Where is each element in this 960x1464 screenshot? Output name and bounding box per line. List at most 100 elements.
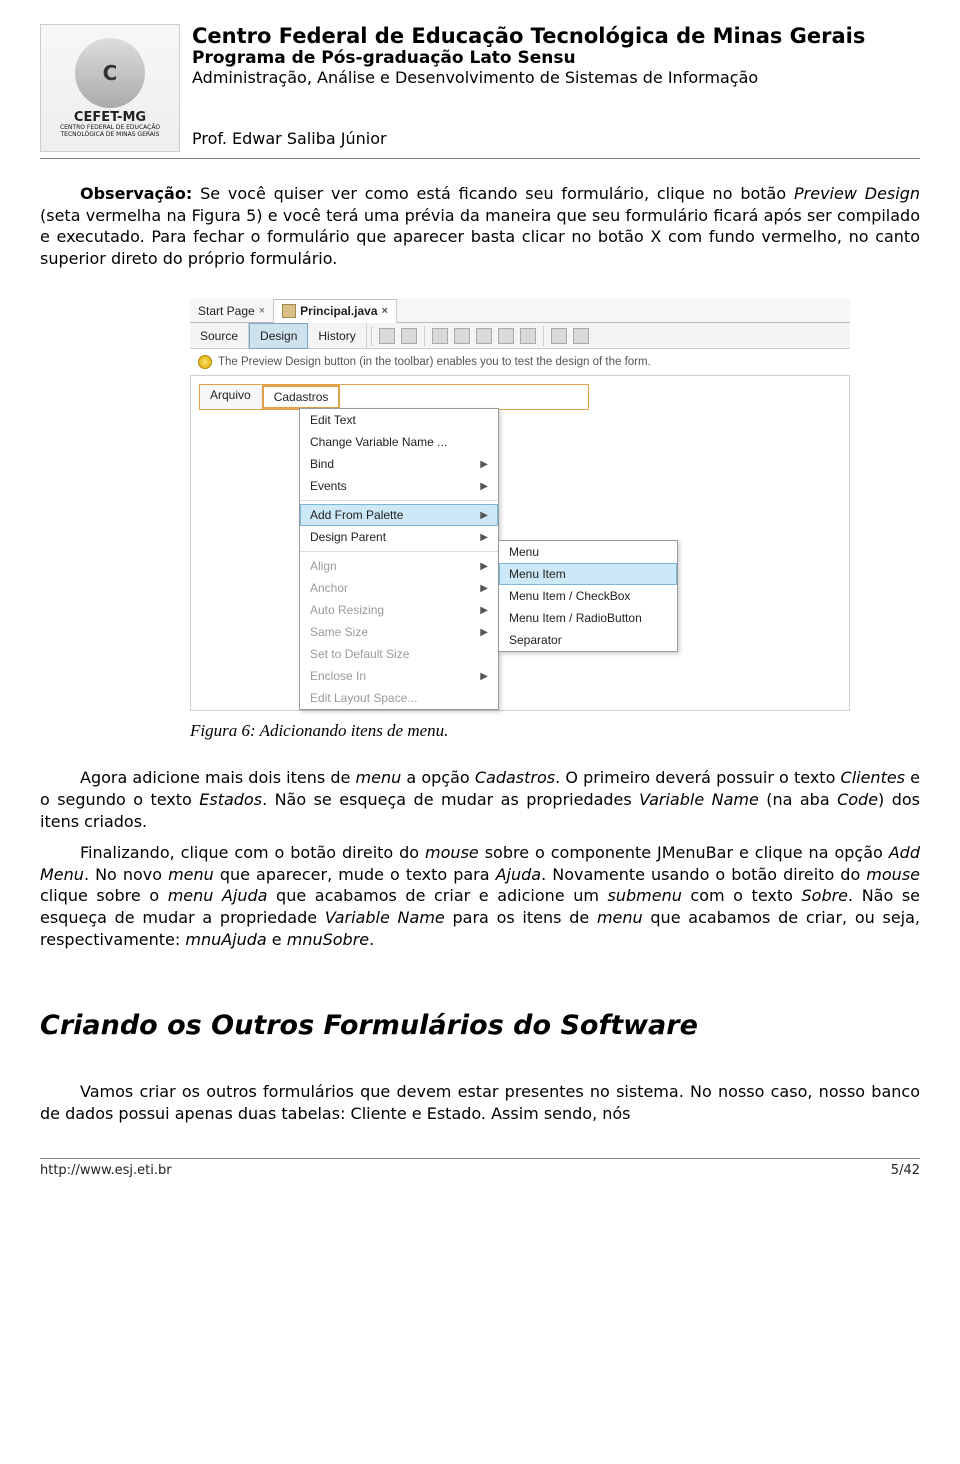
lightbulb-icon: [198, 355, 212, 369]
chevron-right-icon: ▶: [480, 532, 488, 543]
ctx-align: Align▶: [300, 555, 498, 577]
text: Vamos criar os outros formulários que de…: [40, 1082, 920, 1123]
page-header: C CEFET-MG CENTRO FEDERAL DE EDUCAÇÃO TE…: [40, 24, 920, 159]
text-italic: Variable Name: [325, 908, 445, 927]
text: . No novo: [84, 865, 168, 884]
text-italic: mouse: [425, 843, 479, 862]
toolbar-icon[interactable]: [520, 328, 536, 344]
ctx-enclose-in: Enclose In▶: [300, 665, 498, 687]
toolbar-separator: [424, 326, 425, 346]
observation-label: Observação:: [80, 184, 192, 203]
ctx-change-variable-name[interactable]: Change Variable Name ...: [300, 431, 498, 453]
text: clique sobre o: [40, 886, 168, 905]
ctx-anchor: Anchor▶: [300, 577, 498, 599]
text-italic: mnuSobre: [287, 930, 369, 949]
text: (na aba: [759, 790, 837, 809]
text: sobre o componente JMenuBar e clique na …: [479, 843, 889, 862]
chevron-right-icon: ▶: [480, 627, 488, 638]
footer-url: http://www.esj.eti.br: [40, 1163, 172, 1178]
form-design-area: Arquivo Cadastros Edit Text Change Varia…: [190, 375, 850, 711]
tab-label: Start Page: [198, 304, 255, 318]
text: que aparecer, mude o texto para: [214, 865, 496, 884]
text-italic: menu Ajuda: [168, 886, 268, 905]
close-icon[interactable]: ×: [382, 305, 388, 317]
course-title: Administração, Análise e Desenvolvimento…: [192, 68, 920, 87]
context-menu-group: Edit Text Change Variable Name ... Bind▶…: [299, 408, 849, 710]
ctx-design-parent[interactable]: Design Parent▶: [300, 526, 498, 548]
toolbar-separator: [543, 326, 544, 346]
view-source[interactable]: Source: [190, 323, 249, 349]
tab-principal-java[interactable]: Principal.java ×: [274, 299, 397, 323]
figure-caption: Figura 6: Adicionando itens de menu.: [190, 721, 920, 741]
text-italic: Ajuda: [496, 865, 542, 884]
sub-menu-item-checkbox[interactable]: Menu Item / CheckBox: [499, 585, 677, 607]
context-menu: Edit Text Change Variable Name ... Bind▶…: [299, 408, 499, 710]
toolbar-icon[interactable]: [379, 328, 395, 344]
text: Se você quiser ver como está ficando seu…: [192, 184, 794, 203]
ctx-edit-text[interactable]: Edit Text: [300, 409, 498, 431]
ctx-edit-layout-space: Edit Layout Space...: [300, 687, 498, 709]
view-switcher: Source Design History: [190, 323, 850, 349]
toolbar-icon[interactable]: [498, 328, 514, 344]
program-title: Programa de Pós-graduação Lato Sensu: [192, 48, 920, 68]
tab-label: Principal.java: [300, 304, 377, 318]
logo-name: CEFET-MG: [74, 110, 146, 125]
menu-separator: [300, 500, 498, 501]
editor-tabs: Start Page × Principal.java ×: [190, 299, 850, 323]
view-history[interactable]: History: [308, 323, 366, 349]
logo-mark: C: [75, 38, 145, 108]
text: Finalizando, clique com o botão direito …: [80, 843, 425, 862]
toolbar-icon[interactable]: [454, 328, 470, 344]
chevron-right-icon: ▶: [480, 605, 488, 616]
sub-menu-item[interactable]: Menu Item: [499, 563, 677, 585]
toolbar-icon[interactable]: [432, 328, 448, 344]
hint-text: The Preview Design button (in the toolba…: [218, 356, 651, 368]
text-italic: submenu: [608, 886, 682, 905]
institution-title: Centro Federal de Educação Tecnológica d…: [192, 24, 920, 48]
paragraph-2: Agora adicione mais dois itens de menu a…: [40, 767, 920, 832]
toolbar-icon[interactable]: [476, 328, 492, 344]
text-italic: mouse: [866, 865, 920, 884]
text: que acabamos de criar e adicione um: [267, 886, 607, 905]
sub-separator[interactable]: Separator: [499, 629, 677, 651]
view-design[interactable]: Design: [249, 323, 308, 349]
text: . Não se esqueça de mudar as propriedade…: [262, 790, 639, 809]
submenu-add-from-palette: Menu Menu Item Menu Item / CheckBox Menu…: [498, 540, 678, 652]
java-file-icon: [282, 304, 296, 318]
toolbar-icon[interactable]: [401, 328, 417, 344]
text-italic: Code: [837, 790, 878, 809]
toolbar-icon[interactable]: [573, 328, 589, 344]
text-italic: Cadastros: [475, 768, 555, 787]
chevron-right-icon: ▶: [480, 561, 488, 572]
text: (seta vermelha na Figura 5) e você terá …: [40, 206, 920, 268]
close-icon[interactable]: ×: [259, 305, 265, 317]
sub-menu-item-radiobutton[interactable]: Menu Item / RadioButton: [499, 607, 677, 629]
text: para os itens de: [445, 908, 597, 927]
paragraph-3: Finalizando, clique com o botão direito …: [40, 842, 920, 950]
jmenubar[interactable]: Arquivo Cadastros: [199, 384, 589, 410]
sub-menu[interactable]: Menu: [499, 541, 677, 563]
observation-paragraph: Observação: Se você quiser ver como está…: [40, 183, 920, 269]
menu-arquivo[interactable]: Arquivo: [200, 385, 262, 409]
text: . Novamente usando o botão direito do: [541, 865, 866, 884]
text-italic: mnuAjuda: [185, 930, 266, 949]
text: . O primeiro deverá possuir o texto: [555, 768, 840, 787]
ctx-events[interactable]: Events▶: [300, 475, 498, 497]
text-italic: Estados: [199, 790, 262, 809]
text-italic: menu: [168, 865, 214, 884]
text: com o texto: [682, 886, 802, 905]
toolbar-separator: [371, 326, 372, 346]
text-italic: Sobre: [802, 886, 849, 905]
logo-subtitle: CENTRO FEDERAL DE EDUCAÇÃO TECNOLÓGICA D…: [41, 125, 179, 138]
menu-separator: [300, 551, 498, 552]
text-italic: Variable Name: [639, 790, 759, 809]
ide-window: Start Page × Principal.java × Source Des…: [190, 299, 850, 711]
chevron-right-icon: ▶: [480, 583, 488, 594]
ctx-auto-resizing: Auto Resizing▶: [300, 599, 498, 621]
chevron-right-icon: ▶: [480, 481, 488, 492]
toolbar-icon[interactable]: [551, 328, 567, 344]
ctx-bind[interactable]: Bind▶: [300, 453, 498, 475]
menu-cadastros[interactable]: Cadastros: [262, 385, 341, 409]
tab-start-page[interactable]: Start Page ×: [190, 299, 274, 323]
ctx-add-from-palette[interactable]: Add From Palette▶: [300, 504, 498, 526]
